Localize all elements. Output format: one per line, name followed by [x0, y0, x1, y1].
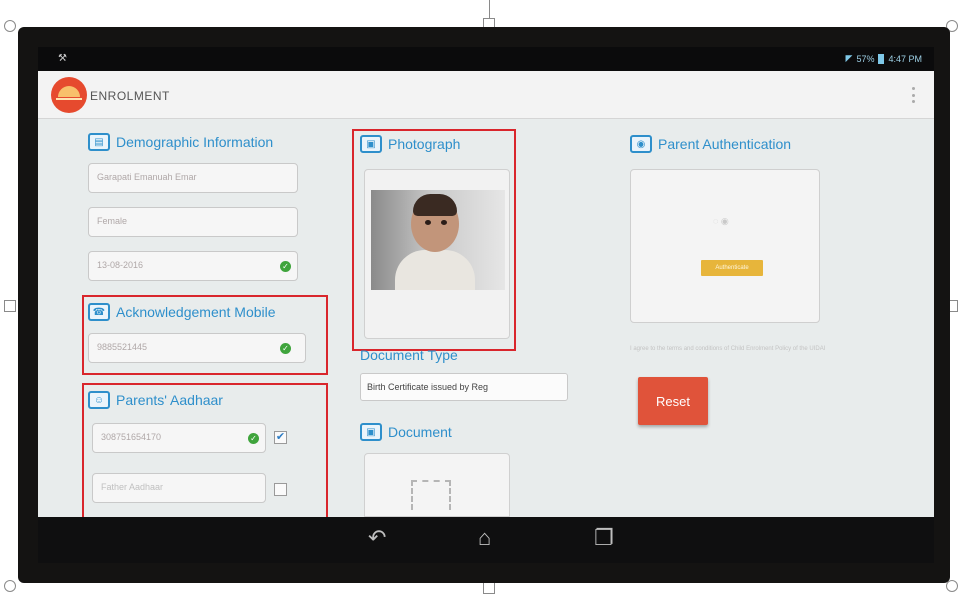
eye-icon: ◌ ◉: [713, 216, 729, 226]
ack-mobile-section-title: ☎ Acknowledgement Mobile: [88, 303, 276, 321]
child-photo: [371, 190, 505, 290]
mother-aadhaar-checkbox[interactable]: ✔: [274, 431, 287, 444]
overflow-menu-icon[interactable]: [912, 87, 916, 103]
photo-icon: ▣: [360, 135, 382, 153]
document-capture-area[interactable]: [364, 453, 510, 517]
clock: 4:47 PM: [888, 53, 922, 64]
name-field[interactable]: Garapati Emanuah Emar: [88, 163, 298, 193]
app-bar: ENROLMENT: [38, 71, 934, 119]
father-aadhaar-checkbox[interactable]: [274, 483, 287, 496]
photograph-section-title: ▣ Photograph: [360, 135, 460, 153]
mother-aadhaar-field[interactable]: 308751654170: [92, 423, 266, 453]
dob-field[interactable]: 13-08-2016: [88, 251, 298, 281]
family-icon: ☺: [88, 391, 110, 409]
resize-handle-bottom-right[interactable]: [946, 580, 958, 592]
tablet-screen: ⚒ ◤ 57% 4:47 PM ENROLMENT ▤ Demographic …: [38, 47, 934, 517]
resize-handle-left[interactable]: [4, 300, 16, 312]
recents-icon[interactable]: ❐: [594, 527, 614, 549]
document-type-label: Document Type: [360, 347, 458, 363]
app-title: ENROLMENT: [90, 89, 170, 103]
parent-auth-section-title: ◉ Parent Authentication: [630, 135, 791, 153]
fingerprint-icon: ◉: [630, 135, 652, 153]
aadhaar-sun-logo: [51, 77, 87, 113]
ack-mobile-field[interactable]: 9885521445: [88, 333, 306, 363]
selection-guide: [489, 0, 490, 18]
gender-field[interactable]: Female: [88, 207, 298, 237]
authenticate-button[interactable]: Authenticate: [701, 260, 763, 276]
document-placeholder-icon: [411, 480, 451, 510]
navigation-bar: ↶ ⌂ ❐: [38, 517, 934, 563]
home-icon[interactable]: ⌂: [478, 527, 491, 549]
resize-handle-top-left[interactable]: [4, 20, 16, 32]
back-icon[interactable]: ↶: [368, 527, 386, 549]
tablet-bezel: ⚒ ◤ 57% 4:47 PM ENROLMENT ▤ Demographic …: [18, 27, 950, 583]
demographic-section-title: ▤ Demographic Information: [88, 133, 273, 151]
battery-percent: 57%: [856, 53, 875, 64]
reset-button[interactable]: Reset: [638, 377, 708, 425]
mother-aadhaar-verified-icon: ✓: [248, 433, 259, 444]
battery-icon: [878, 53, 885, 64]
id-card-icon: ▤: [88, 133, 110, 151]
phone-icon: ☎: [88, 303, 110, 321]
terms-text: I agree to the terms and conditions of C…: [630, 346, 826, 352]
photo-icon: ▣: [360, 423, 382, 441]
mobile-verified-icon: ✓: [280, 343, 291, 354]
parents-aadhaar-section-title: ☺ Parents' Aadhaar: [88, 391, 223, 409]
wifi-icon: ◤: [845, 53, 853, 63]
document-type-select[interactable]: Birth Certificate issued by Reg: [360, 373, 568, 401]
father-aadhaar-field[interactable]: Father Aadhaar: [92, 473, 266, 503]
resize-handle-bottom-left[interactable]: [4, 580, 16, 592]
dob-verified-icon: ✓: [280, 261, 291, 272]
parent-auth-panel: ◌ ◉ Authenticate: [630, 169, 820, 323]
wrench-icon: ⚒: [58, 53, 67, 64]
status-bar: ⚒ ◤ 57% 4:47 PM: [38, 47, 934, 71]
resize-handle-bottom[interactable]: [483, 582, 495, 594]
document-section-title: ▣ Document: [360, 423, 452, 441]
photograph-capture-area[interactable]: [364, 169, 510, 339]
